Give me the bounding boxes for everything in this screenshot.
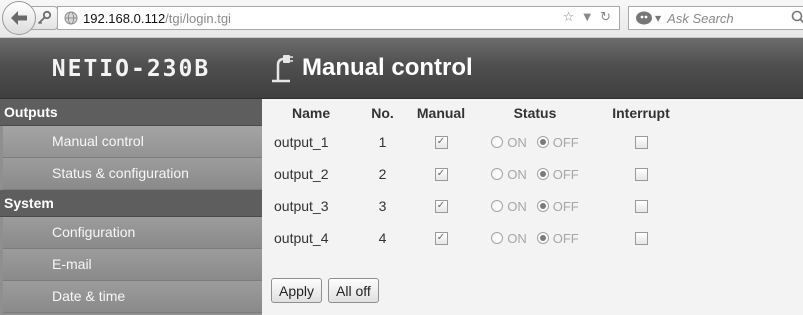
sidebar-section-system: System — [0, 190, 262, 217]
page-heading: Manual control — [268, 46, 473, 90]
main-content: Name No. Manual Status Interrupt output_… — [262, 99, 803, 315]
interrupt-checkbox[interactable] — [634, 135, 648, 149]
key-icon — [37, 10, 52, 25]
status-on-radio[interactable] — [491, 200, 504, 212]
status-on-label: ON — [507, 166, 527, 182]
status-off-label: OFF — [552, 230, 579, 246]
manual-checkbox[interactable]: ✓ — [434, 135, 448, 149]
sidebar: Outputs Manual control Status & configur… — [0, 99, 262, 315]
table-row: output_3 3 ✓ ON OFF — [262, 190, 803, 222]
output-number: 1 — [378, 134, 387, 150]
status-on-label: ON — [507, 230, 527, 246]
status-on-label: ON — [507, 198, 527, 214]
browser-toolbar: 192.168.0.112 /tgi/login.tgi ☆ ▼ ↻ ▼ Ask… — [0, 0, 803, 38]
status-off-label: OFF — [552, 198, 579, 214]
sidebar-item-date-time[interactable]: Date & time — [3, 281, 262, 313]
column-header-status: Status — [513, 104, 557, 121]
table-header: Name No. Manual Status Interrupt — [262, 99, 803, 126]
url-bar[interactable]: 192.168.0.112 /tgi/login.tgi ☆ ▼ ↻ — [57, 6, 620, 30]
manual-checkbox[interactable]: ✓ — [434, 199, 448, 213]
all-off-button[interactable]: All off — [328, 278, 379, 303]
search-engine-icon[interactable] — [635, 10, 653, 26]
search-placeholder: Ask Search — [667, 10, 734, 26]
output-name: output_2 — [274, 166, 329, 182]
arrow-left-icon — [11, 11, 27, 25]
engine-dropdown-icon[interactable]: ▼ — [655, 14, 661, 23]
plug-icon — [272, 55, 293, 83]
app-header: NETIO-230B Manual control — [0, 38, 803, 99]
manual-checkbox[interactable]: ✓ — [434, 231, 448, 245]
status-on-radio[interactable] — [491, 168, 504, 180]
column-header-number: No. — [371, 104, 394, 121]
column-header-interrupt: Interrupt — [612, 104, 670, 121]
url-host: 192.168.0.112 — [83, 10, 166, 26]
status-on-label: ON — [507, 134, 527, 150]
interrupt-checkbox[interactable] — [634, 231, 648, 245]
sidebar-item-manual-control[interactable]: Manual control — [3, 126, 262, 158]
status-off-radio[interactable] — [536, 232, 549, 244]
table-actions: Apply All off — [271, 278, 379, 303]
globe-icon — [64, 11, 78, 25]
output-number: 2 — [378, 166, 387, 182]
bookmark-star-icon[interactable]: ☆ — [563, 10, 575, 25]
output-number: 4 — [378, 230, 387, 246]
status-off-radio[interactable] — [536, 136, 549, 148]
output-number: 3 — [378, 198, 387, 214]
table-row: output_4 4 ✓ ON OFF — [262, 222, 803, 254]
sidebar-section-outputs: Outputs — [0, 99, 262, 126]
status-off-label: OFF — [552, 166, 579, 182]
output-name: output_4 — [274, 230, 329, 246]
column-header-name: Name — [292, 104, 331, 121]
dropdown-arrow-icon[interactable]: ▼ — [583, 12, 591, 23]
reload-icon[interactable]: ↻ — [600, 10, 611, 25]
status-off-radio[interactable] — [536, 200, 549, 212]
interrupt-checkbox[interactable] — [634, 167, 648, 181]
table-row: output_2 2 ✓ ON OFF — [262, 158, 803, 190]
interrupt-checkbox[interactable] — [634, 199, 648, 213]
manual-checkbox[interactable]: ✓ — [434, 167, 448, 181]
back-button[interactable] — [2, 1, 36, 35]
column-header-manual: Manual — [416, 104, 466, 121]
sidebar-item-email[interactable]: E-mail — [3, 249, 262, 281]
status-on-radio[interactable] — [491, 136, 504, 148]
status-on-radio[interactable] — [491, 232, 504, 244]
output-name: output_3 — [274, 198, 329, 214]
search-box[interactable]: ▼ Ask Search — [628, 6, 803, 30]
output-name: output_1 — [274, 134, 329, 150]
sidebar-item-status-configuration[interactable]: Status & configuration — [3, 158, 262, 190]
url-path: /tgi/login.tgi — [165, 10, 231, 26]
sidebar-item-configuration[interactable]: Configuration — [3, 217, 262, 249]
table-row: output_1 1 ✓ ON OFF — [262, 126, 803, 158]
status-off-radio[interactable] — [536, 168, 549, 180]
search-icon[interactable] — [791, 10, 803, 26]
page-title: Manual control — [302, 54, 473, 81]
apply-button[interactable]: Apply — [271, 278, 323, 303]
brand-logo: NETIO-230B — [51, 55, 211, 82]
status-off-label: OFF — [552, 134, 579, 150]
outputs-table: Name No. Manual Status Interrupt output_… — [262, 99, 803, 254]
